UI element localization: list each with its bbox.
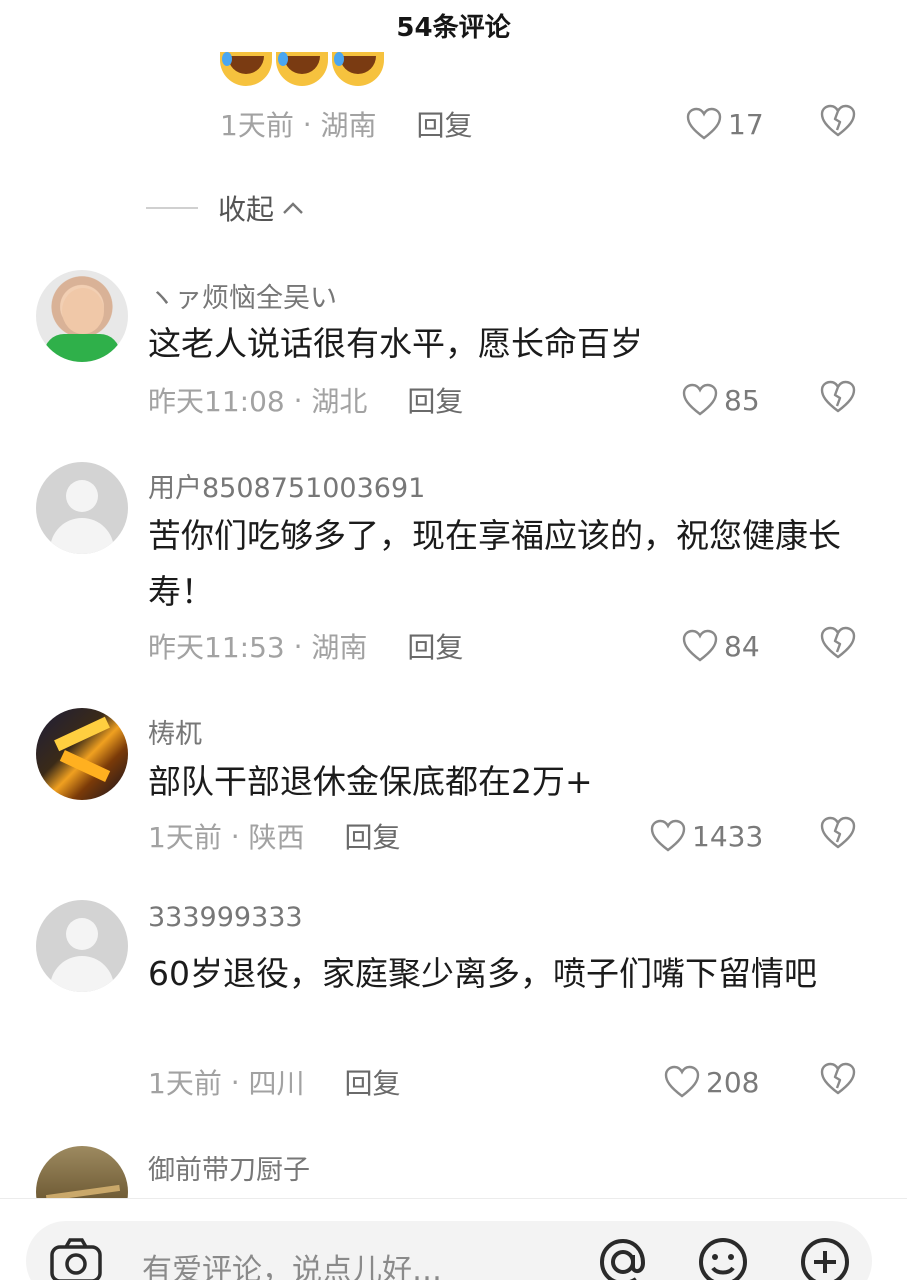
comment-time: 1天前 <box>148 1067 222 1100</box>
comment-location: 湖北 <box>311 385 368 418</box>
broken-heart-icon <box>820 380 856 413</box>
like-button[interactable]: 1433 <box>650 816 763 856</box>
like-count: 85 <box>724 383 760 417</box>
avatar[interactable] <box>36 270 128 362</box>
comment-location: 四川 <box>248 1067 305 1100</box>
like-button[interactable]: 84 <box>682 626 760 666</box>
username[interactable]: ヽァ烦恼全吴い <box>148 276 337 315</box>
comment-location: 陕西 <box>248 821 305 854</box>
reply-button[interactable]: 回复 <box>345 816 401 856</box>
comment-time: 昨天11:53 <box>148 631 285 664</box>
avatar[interactable] <box>36 900 128 992</box>
avatar[interactable] <box>36 708 128 800</box>
like-count: 17 <box>728 107 764 141</box>
reply-meta: 1天前 · 湖南 回复 <box>220 104 473 144</box>
broken-heart-icon <box>820 104 856 137</box>
dislike-button[interactable] <box>820 626 860 666</box>
camera-icon[interactable] <box>48 1235 104 1280</box>
collapse-replies-button[interactable]: 收起 <box>146 186 304 230</box>
comment-text: 苦你们吃够多了，现在享福应该的，祝您健康长寿！ <box>148 516 841 611</box>
comment-text: 这老人说话很有水平，愿长命百岁 <box>148 324 643 363</box>
heart-icon <box>686 107 722 140</box>
broken-heart-icon <box>820 1062 856 1095</box>
heart-icon <box>682 629 718 662</box>
comment-count-title: 54条评论 <box>396 13 511 43</box>
comment-meta: 昨天11:08 · 湖北 回复 <box>148 380 463 420</box>
reply-button[interactable]: 回复 <box>407 380 463 420</box>
heart-icon <box>682 383 718 416</box>
chevron-up-icon <box>283 202 303 214</box>
comment-time: 1天前 <box>220 109 294 142</box>
emoji-icon[interactable] <box>696 1235 750 1280</box>
reply-button[interactable]: 回复 <box>417 104 473 144</box>
reply-button[interactable]: 回复 <box>407 626 463 666</box>
mention-icon[interactable] <box>596 1235 650 1280</box>
username[interactable]: 用户8508751003691 <box>148 466 425 505</box>
laughing-crying-emoji-icon <box>220 52 272 86</box>
dislike-button[interactable] <box>820 380 860 420</box>
username[interactable]: 御前带刀厨子 <box>148 1148 310 1187</box>
broken-heart-icon <box>820 626 856 659</box>
comment-time: 昨天11:08 <box>148 385 285 418</box>
add-icon[interactable] <box>798 1235 852 1280</box>
comment-meta: 昨天11:53 · 湖南 回复 <box>148 626 463 666</box>
heart-icon <box>664 1065 700 1098</box>
dislike-button[interactable] <box>820 1062 860 1102</box>
comment-meta: 1天前 · 陕西 回复 <box>148 816 401 856</box>
broken-heart-icon <box>820 816 856 849</box>
divider <box>146 207 198 209</box>
username[interactable]: 333999333 <box>148 902 303 933</box>
collapse-label: 收起 <box>218 193 275 226</box>
laughing-crying-emoji-icon <box>276 52 328 86</box>
comment-text: 部队干部退休金保底都在2万+ <box>148 762 593 801</box>
like-button[interactable]: 85 <box>682 380 760 420</box>
like-count: 1433 <box>692 819 764 853</box>
heart-icon <box>650 819 686 852</box>
comments-header: 54条评论 <box>0 0 907 56</box>
comment-text: 60岁退役，家庭聚少离多，喷子们嘴下留情吧 <box>148 954 817 993</box>
like-button[interactable]: 208 <box>664 1062 759 1102</box>
dislike-button[interactable] <box>820 816 860 856</box>
like-count: 208 <box>706 1065 760 1099</box>
laughing-crying-emoji-icon <box>332 52 384 86</box>
dislike-button[interactable] <box>820 104 860 144</box>
comment-time: 1天前 <box>148 821 222 854</box>
comment-location: 湖南 <box>311 631 368 664</box>
comment-placeholder: 有爱评论，说点儿好… <box>142 1253 442 1280</box>
username[interactable]: 梼杌 <box>148 712 202 751</box>
like-button[interactable]: 17 <box>686 104 764 144</box>
comment-input[interactable]: 有爱评论，说点儿好… <box>26 1221 872 1280</box>
comment-input-bar: 有爱评论，说点儿好… <box>0 1198 907 1280</box>
avatar[interactable] <box>36 462 128 554</box>
comment-meta: 1天前 · 四川 回复 <box>148 1062 401 1102</box>
emoji-row <box>220 52 384 92</box>
comment-location: 湖南 <box>320 109 377 142</box>
reply-button[interactable]: 回复 <box>345 1062 401 1102</box>
like-count: 84 <box>724 629 760 663</box>
